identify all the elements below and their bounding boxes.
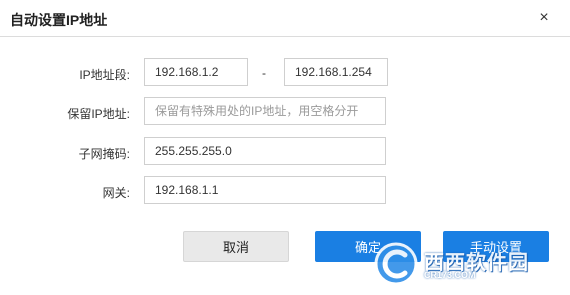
- ip-end-input[interactable]: [284, 58, 388, 86]
- gateway-label: 网关:: [102, 186, 130, 200]
- site-watermark: 西西软件园 CR173.COM: [372, 238, 568, 290]
- range-separator: -: [262, 66, 266, 80]
- close-icon[interactable]: ×: [537, 10, 551, 26]
- subnet-mask-input[interactable]: [144, 137, 386, 165]
- watermark-logo-icon: [374, 242, 418, 286]
- watermark-site: CR173.COM: [424, 270, 476, 280]
- gateway-input[interactable]: [144, 176, 386, 204]
- ip-start-input[interactable]: [144, 58, 248, 86]
- cancel-button[interactable]: 取消: [183, 231, 289, 262]
- reserved-ip-label: 保留IP地址:: [67, 107, 130, 121]
- reserved-ip-input[interactable]: [144, 97, 386, 125]
- ip-range-label: IP地址段:: [79, 68, 130, 82]
- dialog-titlebar: 自动设置IP地址 ×: [0, 0, 570, 37]
- subnet-mask-label: 子网掩码:: [78, 147, 130, 161]
- auto-ip-dialog: 自动设置IP地址 × IP地址段: - 保留IP地址: 子网掩码: 网关: 取消…: [0, 0, 570, 293]
- dialog-title: 自动设置IP地址: [10, 12, 108, 28]
